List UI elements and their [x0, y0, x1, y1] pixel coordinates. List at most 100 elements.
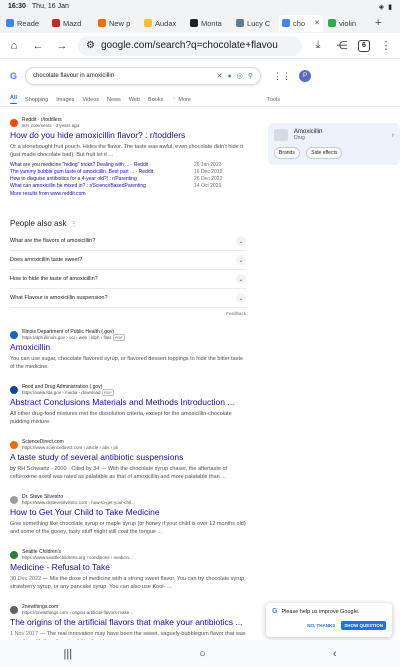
tab-3[interactable]: Audax: [141, 15, 185, 32]
result-site: Seattle Children's https://www.seattlechi…: [10, 549, 246, 560]
status-bar: 16:30 Thu, 16 Jan ◈ ▮: [0, 0, 400, 13]
result-url: https://dph.illinois.gov › oci › web › i…: [22, 334, 125, 341]
paa-question-text: Does amoxicillin taste sweet?: [10, 257, 83, 263]
result-url: https://www.drstevesilvestro.com › how-t…: [22, 500, 135, 505]
share-icon[interactable]: ⋲: [334, 39, 350, 52]
forward-icon[interactable]: →: [54, 40, 70, 52]
paa-question[interactable]: Does amoxicillin taste sweet? ⌄: [10, 251, 246, 270]
tab-web[interactable]: Web: [129, 97, 140, 103]
back-icon[interactable]: ←: [30, 40, 46, 52]
chevron-down-icon: ⌄: [236, 255, 246, 265]
more-results-link[interactable]: More results from www.reddit.com: [10, 191, 246, 197]
result-2newthings: 2newthings.com https://2newthings.com › o…: [10, 604, 246, 640]
tab-switcher-button[interactable]: 6: [358, 39, 370, 52]
chevron-right-icon[interactable]: ›: [392, 132, 394, 139]
no-thanks-button[interactable]: NO, THANKS: [307, 623, 335, 628]
result-site: Dr. Steve Silvestro https://www.drstevesi…: [10, 494, 246, 505]
url-text: google.com/search?q=chocolate+flavou: [100, 40, 278, 51]
sitelink-text: How to disguise antibiotics for a 4-year…: [10, 176, 137, 182]
url-bar[interactable]: ⚙ google.com/search?q=chocolate+flavou: [78, 35, 302, 56]
tab-videos[interactable]: Videos: [82, 97, 99, 103]
tab-5[interactable]: Lucy C: [233, 15, 277, 32]
result-title[interactable]: A taste study of several antibiotic susp…: [10, 452, 246, 463]
result-idph: Illinois Department of Public Health (.g…: [10, 329, 246, 371]
tab-shopping[interactable]: Shopping: [25, 97, 48, 103]
apps-icon[interactable]: ⋮⋮: [273, 71, 291, 82]
back-chevron-icon[interactable]: ‹: [333, 648, 337, 660]
close-icon[interactable]: ✕: [314, 19, 320, 27]
tab-images[interactable]: Images: [56, 97, 74, 103]
kp-pill-side-effects[interactable]: Side effects: [306, 147, 343, 159]
tab-4[interactable]: Monta: [187, 15, 231, 32]
sitelink-date: 14 Oct 2023: [194, 183, 222, 189]
result-snippet: Give something like chocolate syrup or m…: [10, 521, 246, 535]
tab-2[interactable]: New p: [95, 15, 139, 32]
result-title[interactable]: Medicine - Refusal to Take: [10, 562, 246, 573]
download-icon[interactable]: ⤓: [310, 39, 326, 52]
result-snippet: Or a stonebought fruit pouch. Hides the …: [10, 144, 244, 158]
tab-6-active[interactable]: cho ✕: [279, 14, 323, 32]
drug-thumbnail: [274, 129, 288, 141]
mic-icon[interactable]: ●: [228, 73, 232, 80]
tab-books[interactable]: Books: [148, 97, 163, 103]
result-site: Reddit · r/toddlers 50+ comments · 3 yea…: [10, 117, 246, 128]
result-url-text: https://www.fda.gov › media › download: [22, 390, 101, 395]
google-logo-icon[interactable]: G: [10, 71, 17, 81]
home-circle-icon[interactable]: ○: [199, 648, 206, 660]
sitelink[interactable]: What can amoxicillin be mixed in? : r/Sc…: [10, 183, 246, 190]
result-title[interactable]: How do you hide amoxicillin flavor? : r/…: [10, 130, 246, 141]
new-tab-icon[interactable]: +: [375, 17, 381, 29]
feedback-link[interactable]: Feedback: [10, 311, 246, 316]
result-title[interactable]: Abstract Conclusions Materials and Metho…: [10, 397, 246, 408]
search-box[interactable]: chocolate flavour in amoxicillin ✕ ● ◎ ⚲: [25, 67, 262, 85]
site-settings-icon[interactable]: ⚙: [86, 40, 95, 51]
paa-question-text: What Flavour is amoxicillin suspension?: [10, 295, 108, 301]
chevron-down-icon: ⌄: [236, 293, 246, 303]
avatar[interactable]: P: [299, 70, 312, 82]
more-options-icon[interactable]: ⋮: [70, 220, 77, 228]
survey-message: Please help us improve Google.: [281, 608, 360, 615]
tab-label: Lucy C: [247, 18, 271, 28]
result-title[interactable]: How to Get Your Child to Take Medicine: [10, 507, 246, 518]
tab-more[interactable]: ⋮ More: [171, 97, 191, 103]
tab-all[interactable]: All: [10, 95, 18, 104]
result-snippet: by RH Schwartz · 2000 · Cited by 34 — Wi…: [10, 466, 228, 480]
sitelink[interactable]: What are you medicine "hiding" tricks? D…: [10, 162, 246, 169]
sitelink[interactable]: The yummy bubble gum taste of amoxicilli…: [10, 169, 246, 176]
tab-news[interactable]: News: [107, 97, 121, 103]
search-icon[interactable]: ⚲: [248, 72, 253, 80]
tab-label: Monta: [201, 18, 222, 28]
paa-question[interactable]: What are the flavors of amoxicillin? ⌄: [10, 232, 246, 251]
wifi-icon: ◈: [378, 3, 385, 11]
tab-1[interactable]: Mazd: [49, 15, 93, 32]
clear-icon[interactable]: ✕: [217, 72, 223, 80]
lens-icon[interactable]: ◎: [237, 72, 243, 80]
home-icon[interactable]: ⌂: [6, 40, 22, 52]
knowledge-panel[interactable]: Amoxicillin Drug › Brands Side effects: [268, 123, 400, 165]
paa-question[interactable]: How to hide the taste of amoxicillin? ⌄: [10, 270, 246, 289]
tools-button[interactable]: Tools: [267, 97, 280, 103]
menu-icon[interactable]: ⋮: [378, 39, 394, 52]
show-question-button[interactable]: SHOW QUESTION: [341, 621, 386, 630]
site-favicon-icon: [10, 330, 18, 339]
google-search-header: G chocolate flavour in amoxicillin ✕ ● ◎…: [0, 59, 400, 89]
kp-pill-brands[interactable]: Brands: [274, 147, 300, 159]
sitelink-text: What can amoxicillin be mixed in? : r/Sc…: [10, 183, 146, 189]
result-title[interactable]: Amoxicillin: [10, 342, 246, 353]
result-title[interactable]: The origins of the artificial flavors th…: [10, 617, 246, 628]
result-site: Food and Drug Administration (.gov) https…: [10, 384, 246, 396]
paa-question[interactable]: What Flavour is amoxicillin suspension? ⌄: [10, 289, 246, 308]
sitelink[interactable]: How to disguise antibiotics for a 4-year…: [10, 176, 246, 183]
tab-favicon: [328, 19, 336, 27]
sitelink-text: The yummy bubble gum taste of amoxicilli…: [10, 169, 154, 175]
result-site: ScienceDirect.com https://www.sciencedire…: [10, 439, 246, 450]
result-snippet-text: — The real innovation may have been the …: [10, 631, 246, 640]
recents-icon[interactable]: |||: [64, 648, 73, 660]
status-time: 16:30: [8, 3, 26, 10]
result-date: 30 Dec 2022: [10, 576, 42, 582]
tab-favicon: [98, 19, 106, 27]
tab-more-label: More: [178, 96, 191, 103]
tab-0[interactable]: Reade: [3, 15, 47, 32]
result-site: Illinois Department of Public Health (.g…: [10, 329, 246, 341]
tab-7[interactable]: violin: [325, 15, 369, 32]
